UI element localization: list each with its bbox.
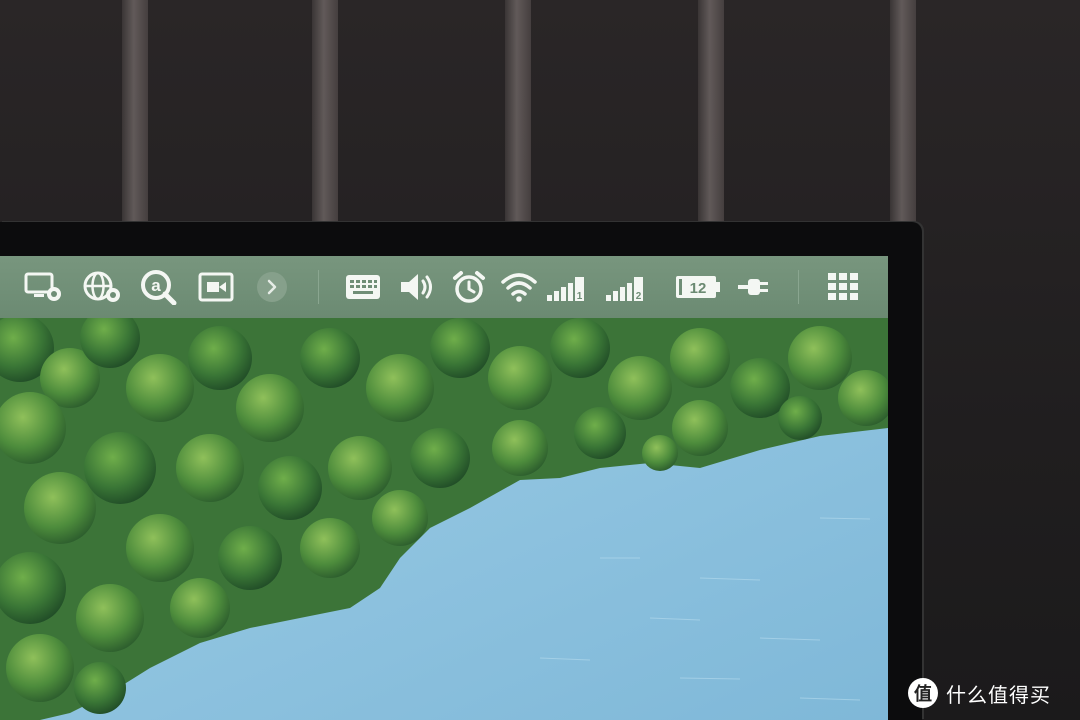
screen: a 1 2 12 — [0, 256, 888, 720]
watermark: 值 什么值得买 — [908, 676, 1051, 710]
wall-slat — [312, 0, 338, 222]
keyboard-icon[interactable] — [344, 270, 382, 304]
sim2-label: 2 — [636, 291, 642, 302]
wall-slat — [890, 0, 916, 222]
network-settings-icon[interactable] — [82, 270, 122, 304]
alarm-icon[interactable] — [452, 270, 486, 304]
sim1-label: 1 — [577, 291, 583, 302]
power-plug-icon — [736, 270, 772, 304]
remote-desktop-icon[interactable] — [24, 270, 62, 304]
watermark-text: 什么值得买 — [946, 682, 1051, 707]
taskbar-separator — [318, 270, 319, 304]
wall-slat — [505, 0, 531, 222]
signal-1-icon: 1 — [545, 270, 587, 304]
search-icon[interactable]: a — [140, 270, 178, 305]
expand-chevron-icon[interactable] — [256, 270, 288, 304]
wall-slat — [698, 0, 724, 222]
app-grid-icon[interactable] — [826, 270, 862, 304]
wifi-icon[interactable] — [500, 270, 538, 304]
watermark-logo: 值 — [908, 678, 938, 708]
wall-slat — [122, 0, 148, 222]
battery-level-text: 12 — [690, 280, 707, 297]
taskbar: a 1 2 12 — [0, 256, 888, 318]
desktop-wallpaper — [0, 318, 888, 720]
camera-icon[interactable] — [198, 270, 236, 304]
volume-icon[interactable] — [398, 270, 438, 304]
taskbar-separator — [798, 270, 799, 304]
signal-2-icon: 2 — [604, 270, 646, 304]
battery-icon[interactable]: 12 — [674, 270, 722, 304]
svg-text:a: a — [151, 276, 161, 295]
